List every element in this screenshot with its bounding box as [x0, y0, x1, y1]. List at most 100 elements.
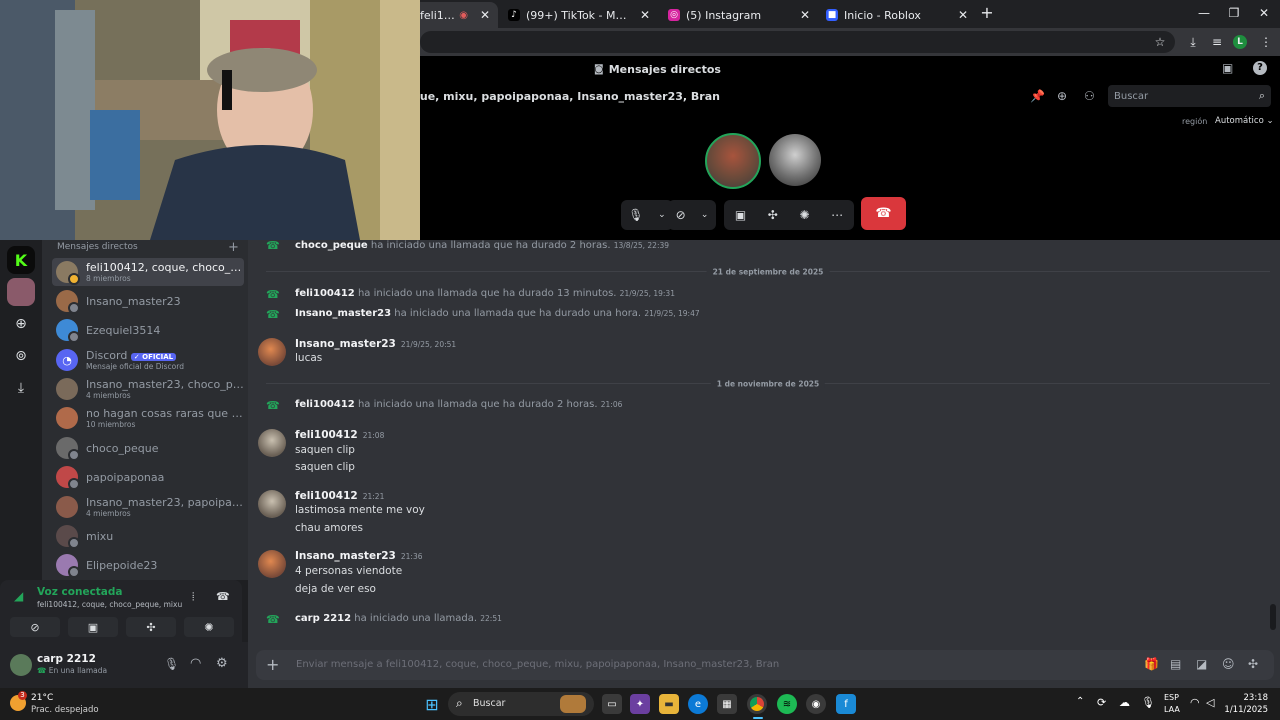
taskbar-search[interactable]: ⌕ Buscar: [448, 692, 594, 716]
avatar[interactable]: [258, 550, 286, 578]
spotify-icon[interactable]: ≋: [777, 694, 797, 714]
headphones-icon[interactable]: ◠: [190, 656, 201, 671]
screen-share-icon[interactable]: ▣: [735, 208, 746, 222]
explore-icon[interactable]: ⊚: [7, 342, 35, 370]
voice-channel[interactable]: feli100412, coque, choco_peque, mixu, ..…: [37, 600, 182, 609]
message-author[interactable]: feli100412 21:21: [295, 490, 384, 502]
system-author[interactable]: feli100412: [295, 399, 355, 410]
participant-avatar[interactable]: [705, 133, 761, 189]
download-apps-icon[interactable]: ⤓: [7, 374, 35, 402]
microphone-icon[interactable]: 🎙: [1141, 696, 1155, 709]
camera-button[interactable]: ⊘ ⌄: [668, 200, 716, 230]
download-icon[interactable]: ⤓: [1185, 34, 1201, 50]
dm-item[interactable]: ◔ Discord ✓ OFICIAL Mensaje oficial de D…: [52, 346, 244, 374]
weather-desc[interactable]: Prac. despejado: [31, 705, 99, 715]
clock-time[interactable]: 23:18: [1232, 693, 1269, 703]
task-view-icon[interactable]: ▭: [602, 694, 622, 714]
close-tab-icon[interactable]: ✕: [480, 8, 490, 22]
minimize-icon[interactable]: —: [1196, 6, 1212, 22]
voice-status[interactable]: Voz conectada: [37, 586, 123, 598]
steam-icon[interactable]: ◉: [806, 694, 826, 714]
add-friend-icon[interactable]: ⊕: [1057, 89, 1067, 103]
search-box[interactable]: Buscar ⌕: [1108, 85, 1271, 107]
noise-icon[interactable]: ⦙: [192, 590, 194, 604]
microphone-icon[interactable]: 🎙: [164, 657, 179, 671]
help-icon[interactable]: ?: [1253, 61, 1267, 75]
wifi-icon[interactable]: ◠: [1190, 696, 1200, 709]
windows-start-icon[interactable]: ⊞: [422, 694, 442, 714]
dm-item[interactable]: mixu: [52, 522, 244, 550]
avatar[interactable]: [258, 490, 286, 518]
dm-item[interactable]: Insano_master23: [52, 287, 244, 315]
clock-date[interactable]: 1/11/2025: [1222, 705, 1268, 715]
edge-icon[interactable]: e: [688, 694, 708, 714]
chevron-up-icon[interactable]: ⌃: [1076, 696, 1084, 707]
copilot-icon[interactable]: ✦: [630, 694, 650, 714]
chrome-icon[interactable]: [747, 694, 767, 714]
media-controls-icon[interactable]: ≡: [1209, 34, 1225, 50]
region-select[interactable]: Automático ⌄: [1215, 116, 1274, 126]
kick-server-icon[interactable]: K: [7, 246, 35, 274]
dm-item[interactable]: papoipaponaa: [52, 463, 244, 491]
sync-icon[interactable]: ⟳: [1097, 696, 1106, 709]
avatar[interactable]: [258, 338, 286, 366]
microsoft-store-icon[interactable]: ▦: [717, 694, 737, 714]
username[interactable]: carp 2212: [37, 653, 96, 665]
inbox-icon[interactable]: ▣: [1222, 61, 1238, 77]
close-window-icon[interactable]: ✕: [1256, 6, 1272, 22]
message-author[interactable]: Insano_master23 21:36: [295, 550, 423, 562]
pin-icon[interactable]: 📌: [1030, 89, 1045, 103]
system-author[interactable]: feli100412: [295, 288, 355, 299]
create-dm-button[interactable]: +: [228, 240, 239, 255]
keyboard-layout[interactable]: LAA: [1164, 705, 1180, 714]
camera-toggle-button[interactable]: ⊘: [10, 617, 60, 637]
add-server-icon[interactable]: ⊕: [7, 310, 35, 338]
restore-icon[interactable]: ❐: [1226, 6, 1242, 22]
bookmark-star-icon[interactable]: ☆: [1152, 34, 1168, 50]
tab-instagram[interactable]: ◎ (5) Instagram ✕: [660, 4, 818, 26]
disconnect-icon[interactable]: ☎: [216, 590, 230, 603]
tab-roblox[interactable]: ■ Inicio - Roblox ✕: [818, 4, 976, 26]
members-icon[interactable]: ⚇: [1084, 89, 1095, 103]
close-tab-icon[interactable]: ✕: [800, 8, 810, 22]
url-field[interactable]: [420, 31, 1175, 53]
dm-item[interactable]: Ezequiel3514: [52, 316, 244, 344]
menu-icon[interactable]: ⋮: [1258, 34, 1274, 50]
screen-share-button[interactable]: ▣: [68, 617, 118, 637]
system-author[interactable]: Insano_master23: [295, 308, 391, 319]
server-icon[interactable]: [7, 278, 35, 306]
file-explorer-icon[interactable]: ▬: [659, 694, 679, 714]
dm-item[interactable]: feli100412, coque, choco_peq... 8 miembro…: [52, 258, 244, 286]
new-tab-button[interactable]: +: [980, 5, 994, 21]
tab-tiktok[interactable]: ♪ (99+) TikTok - Make Your Day ✕: [500, 4, 658, 26]
volume-icon[interactable]: ◁: [1206, 696, 1214, 709]
system-author[interactable]: choco_peque: [295, 240, 368, 251]
soundboard-icon[interactable]: ✺: [799, 208, 809, 222]
gift-icon[interactable]: 🎁: [1144, 657, 1159, 671]
language-code[interactable]: ESP: [1164, 693, 1179, 702]
sticker-icon[interactable]: ◪: [1196, 657, 1207, 671]
apps-icon[interactable]: ✣: [1248, 657, 1258, 671]
app-icon[interactable]: f: [836, 694, 856, 714]
dm-item[interactable]: no hagan cosas raras que esta...10 miemb…: [52, 404, 244, 432]
emoji-icon[interactable]: ☺: [1222, 657, 1235, 671]
dm-item[interactable]: Insano_master23, choco_peq... 4 miembros: [52, 375, 244, 403]
message-input[interactable]: + Enviar mensaje a feli100412, coque, ch…: [256, 650, 1274, 680]
more-icon[interactable]: ⋯: [831, 208, 843, 222]
soundboard-button[interactable]: ✺: [184, 617, 234, 637]
system-author[interactable]: carp 2212: [295, 613, 351, 624]
close-tab-icon[interactable]: ✕: [640, 8, 650, 22]
message-author[interactable]: feli100412 21:08: [295, 429, 384, 441]
activities-icon[interactable]: ✣: [768, 208, 778, 222]
avatar[interactable]: [10, 654, 32, 676]
dm-item[interactable]: Insano_master23, papoipapo... 4 miembros: [52, 493, 244, 521]
scrollbar-thumb[interactable]: [1270, 604, 1276, 630]
message-author[interactable]: Insano_master23 21/9/25, 20:51: [295, 338, 456, 350]
hang-up-button[interactable]: ☎: [861, 197, 906, 230]
avatar[interactable]: [258, 429, 286, 457]
dm-item[interactable]: Elipepoide23: [52, 551, 244, 579]
activities-button[interactable]: ✣: [126, 617, 176, 637]
profile-avatar[interactable]: L: [1233, 35, 1247, 49]
participant-avatar[interactable]: [769, 134, 821, 186]
gif-icon[interactable]: ▤: [1170, 657, 1181, 671]
